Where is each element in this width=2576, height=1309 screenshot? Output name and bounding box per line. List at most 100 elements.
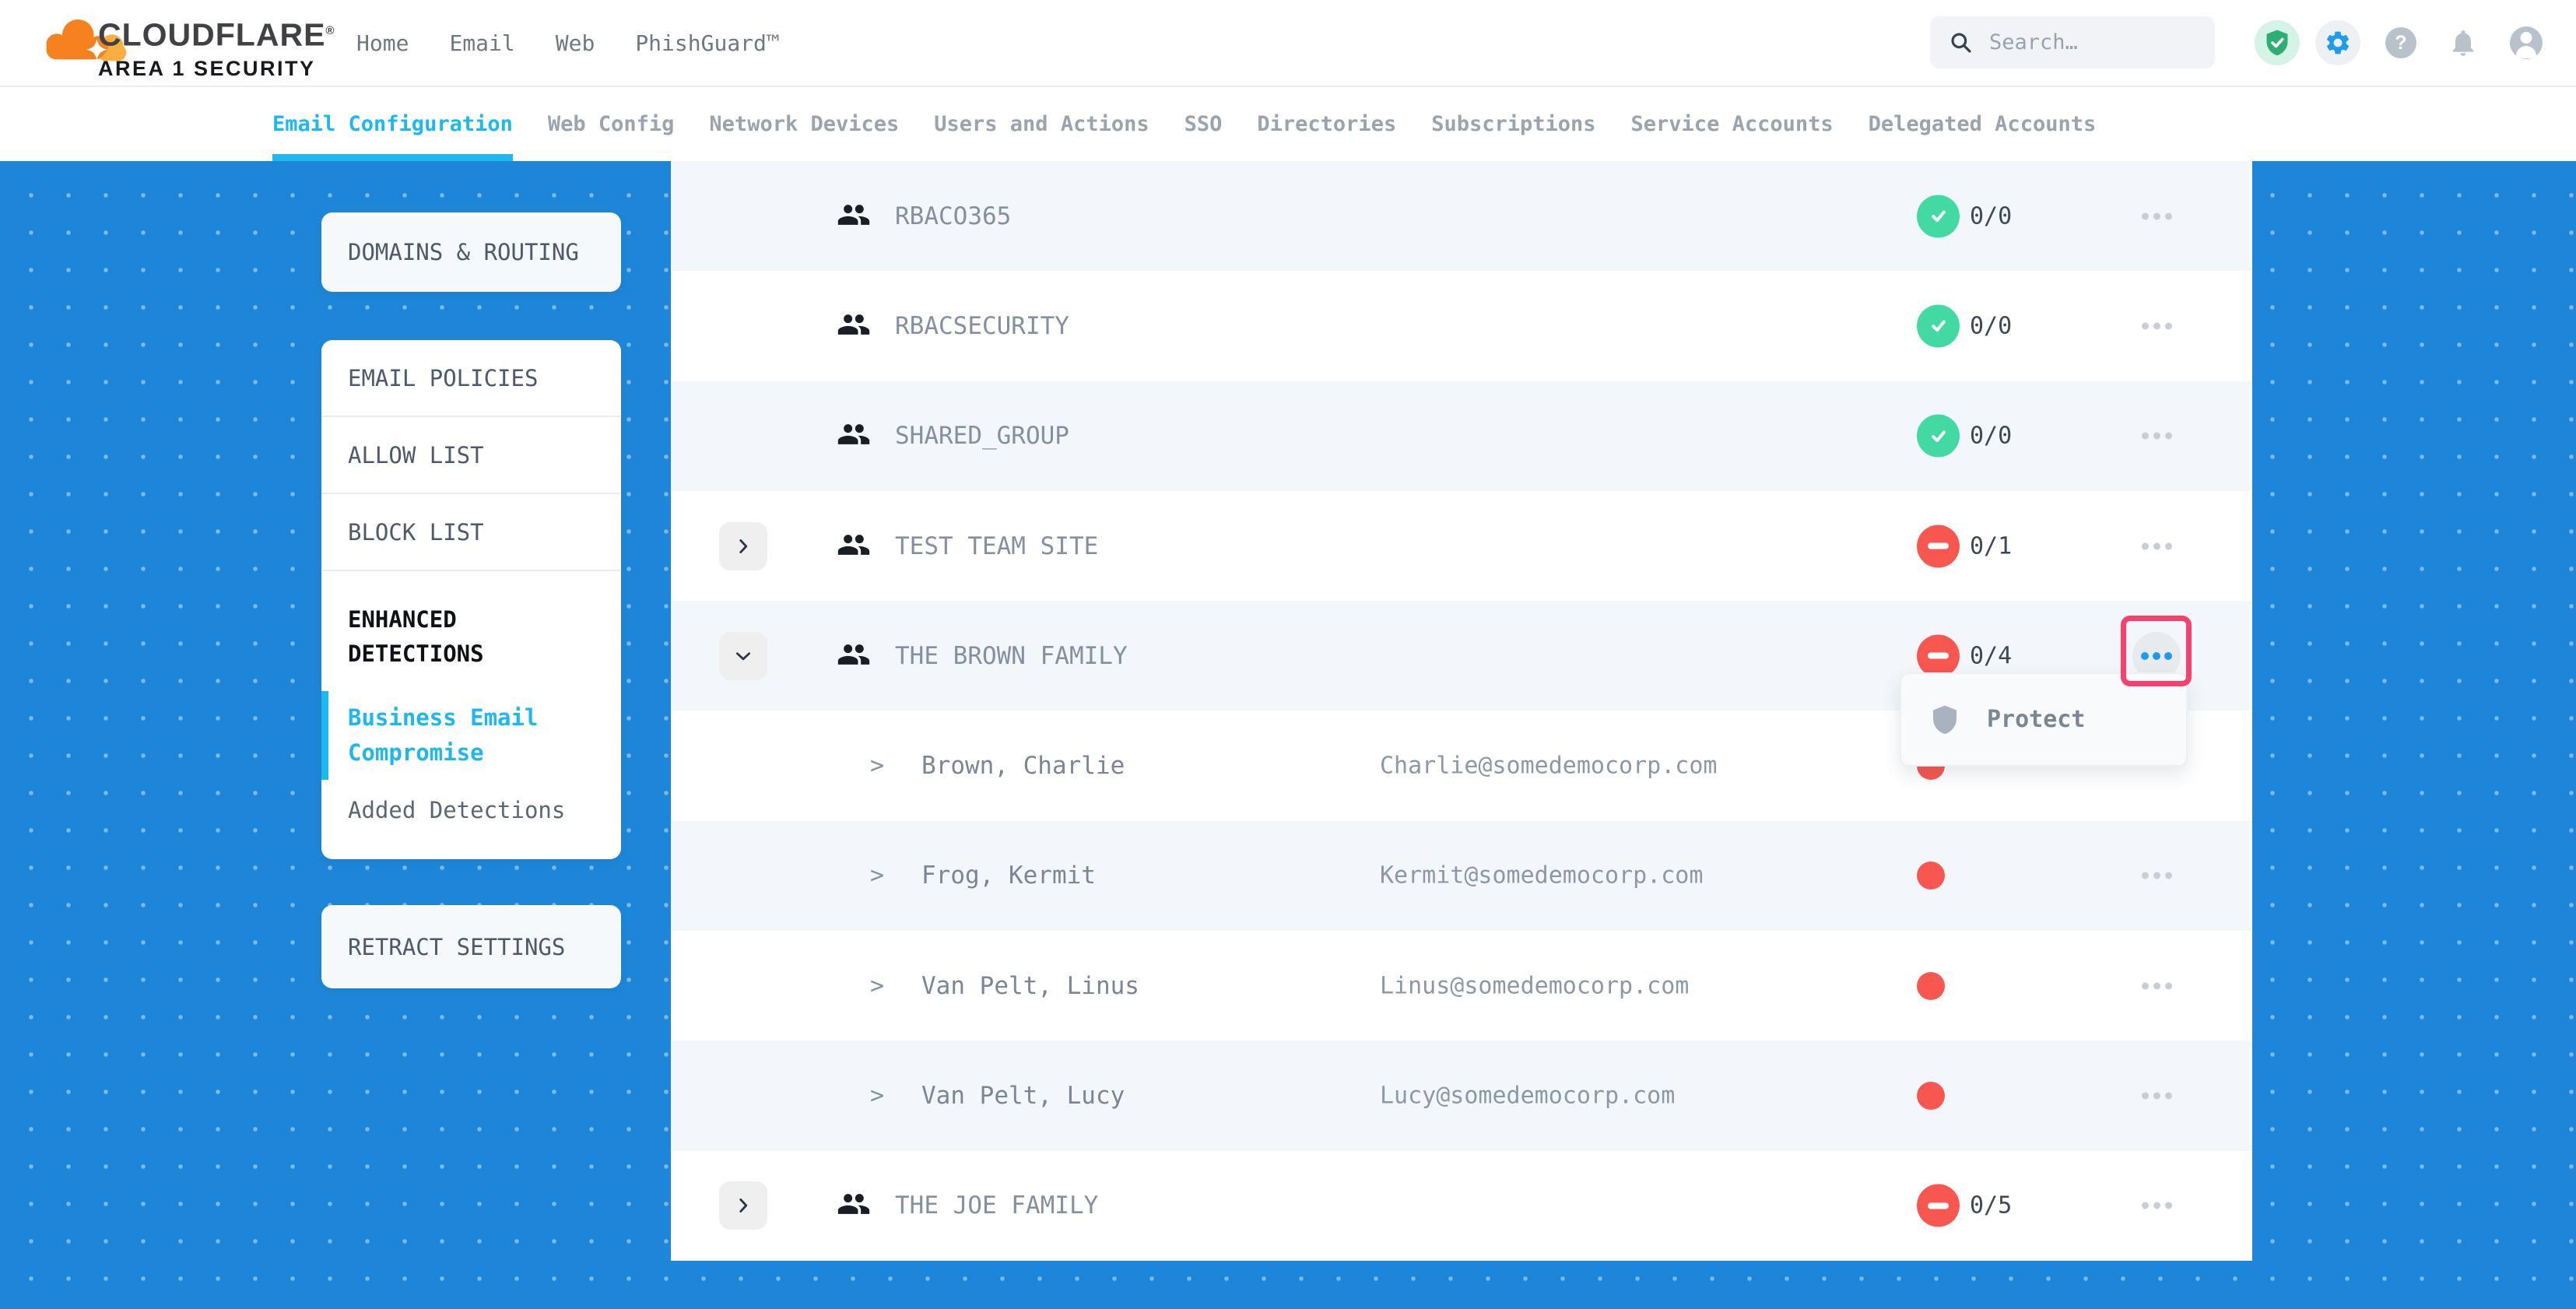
tab-web-config[interactable]: Web Config xyxy=(548,87,675,161)
member-row-frog-kermit[interactable]: > Frog, Kermit Kermit@somedemocorp.com xyxy=(671,821,2252,931)
group-name: RBACO365 xyxy=(895,202,1011,230)
row-menu-button[interactable] xyxy=(2142,322,2172,329)
context-menu-item-protect[interactable]: Protect xyxy=(1987,706,2085,733)
row-menu-button[interactable] xyxy=(2142,872,2172,879)
group-icon xyxy=(837,417,871,454)
sidebar-item-email-policies[interactable]: EMAIL POLICIES xyxy=(321,340,621,417)
minus-bar xyxy=(1928,653,1949,659)
status-dot xyxy=(1917,972,1945,1000)
registered-mark: ® xyxy=(325,24,335,37)
group-name: RBACSECURITY xyxy=(895,312,1069,340)
group-name: SHARED_GROUP xyxy=(895,422,1069,450)
group-row-shared-group[interactable]: SHARED_GROUP 0/0 xyxy=(671,381,2252,491)
member-chevron-icon: > xyxy=(870,753,884,780)
protected-count: 0/5 xyxy=(1970,1192,2012,1220)
sidebar-policy-items: EMAIL POLICIESALLOW LISTBLOCK LIST xyxy=(321,340,621,571)
sidebar-label: DOMAINS & ROUTING xyxy=(321,239,579,265)
nav-item-phishguard[interactable]: PhishGuard™ xyxy=(635,30,779,56)
top-bar: CLOUDFLARE® AREA 1 SECURITY Home Email Web… xyxy=(0,0,2576,87)
group-icon xyxy=(837,307,871,345)
minus-bar xyxy=(1928,543,1949,549)
tab-network-devices[interactable]: Network Devices xyxy=(709,87,899,161)
notifications-icon[interactable] xyxy=(2446,26,2480,60)
tab-subscriptions[interactable]: Subscriptions xyxy=(1431,87,1595,161)
status-ok-icon xyxy=(1917,195,1960,237)
row-menu-button[interactable] xyxy=(2142,982,2172,989)
subnav-items: Email Configuration Web Config Network Dev… xyxy=(272,87,2096,161)
minus-bar xyxy=(1928,1202,1949,1209)
search-input[interactable] xyxy=(1988,30,2193,55)
account-icon[interactable] xyxy=(2510,26,2543,59)
sidebar-email-policies-card: EMAIL POLICIESALLOW LISTBLOCK LIST ENHAN… xyxy=(321,340,621,859)
member-email: Kermit@somedemocorp.com xyxy=(1380,862,1703,890)
status-ok-icon xyxy=(1917,415,1960,458)
sidebar-item-added-detections[interactable]: Added Detections xyxy=(348,797,598,823)
sidebar-item-block-list[interactable]: BLOCK LIST xyxy=(321,494,621,571)
page: CLOUDFLARE® AREA 1 SECURITY Home Email Web… xyxy=(0,0,2576,1309)
main-nav: Home Email Web PhishGuard™ xyxy=(356,0,780,86)
member-email: Charlie@somedemocorp.com xyxy=(1380,753,1717,780)
group-row-rbacsecurity[interactable]: RBACSECURITY0/0 xyxy=(671,271,2252,381)
logo-title: CLOUDFLARE® xyxy=(98,14,335,52)
group-row-test-team-site[interactable]: TEST TEAM SITE 0/1 xyxy=(671,491,2252,601)
sidebar-item-retract-settings[interactable]: RETRACT SETTINGS xyxy=(321,905,621,988)
tab-email-configuration[interactable]: Email Configuration xyxy=(272,87,513,161)
shield-check-icon[interactable] xyxy=(2255,20,2300,65)
protected-count: 0/1 xyxy=(1970,532,2012,560)
group-row-rbaco365[interactable]: RBACO3650/0 xyxy=(671,161,2252,271)
status-blocked-icon xyxy=(1917,525,1960,567)
help-icon[interactable]: ? xyxy=(2385,27,2416,58)
member-email: Linus@somedemocorp.com xyxy=(1380,972,1689,999)
member-row-van-pelt-lucy[interactable]: >Van Pelt, LucyLucy@somedemocorp.com xyxy=(671,1041,2252,1150)
group-name: THE JOE FAMILY xyxy=(895,1191,1098,1220)
member-name: Brown, Charlie xyxy=(921,752,1125,780)
expand-button[interactable] xyxy=(719,522,767,570)
status-dot xyxy=(1917,1082,1945,1110)
tab-delegated-accounts[interactable]: Delegated Accounts xyxy=(1869,87,2097,161)
group-name: TEST TEAM SITE xyxy=(895,532,1098,560)
content-canvas: DOMAINS & ROUTING EMAIL POLICIESALLOW LI… xyxy=(0,161,2576,1309)
sidebar-item-domains-routing[interactable]: DOMAINS & ROUTING xyxy=(321,212,621,292)
tab-directories[interactable]: Directories xyxy=(1257,87,1396,161)
member-row-van-pelt-linus[interactable]: >Van Pelt, LinusLinus@somedemocorp.com xyxy=(671,931,2252,1041)
group-icon xyxy=(837,1187,871,1224)
member-name: Frog, Kermit xyxy=(921,862,1096,890)
sidebar-label: RETRACT SETTINGS xyxy=(321,934,565,960)
logo-text: CLOUDFLARE® AREA 1 SECURITY xyxy=(98,14,335,80)
row-menu-button[interactable] xyxy=(2142,542,2172,549)
row-menu-button[interactable] xyxy=(2142,433,2172,440)
search-box[interactable] xyxy=(1930,16,2215,68)
status-blocked-icon xyxy=(1917,1184,1960,1227)
sidebar-section-enhanced-detections[interactable]: ENHANCED DETECTIONS Business Email Compr… xyxy=(321,571,621,823)
logo-subtitle: AREA 1 SECURITY xyxy=(98,57,335,80)
group-row-the-joe-family[interactable]: THE JOE FAMILY 0/5 xyxy=(671,1151,2252,1261)
sub-nav: Email Configuration Web Config Network Dev… xyxy=(0,87,2576,161)
group-name: THE BROWN FAMILY xyxy=(895,642,1128,670)
row-menu-button[interactable] xyxy=(2142,1202,2172,1209)
sidebar-item-business-email-compromise[interactable]: Business Email Compromise xyxy=(321,694,598,777)
group-icon xyxy=(837,637,871,675)
sidebar-item-allow-list[interactable]: ALLOW LIST xyxy=(321,417,621,494)
protected-count: 0/4 xyxy=(1970,642,2012,669)
member-chevron-icon: > xyxy=(870,1083,884,1110)
row-menu-button[interactable] xyxy=(2142,1093,2172,1100)
group-icon xyxy=(837,528,871,565)
nav-item-home[interactable]: Home xyxy=(356,30,409,56)
row-menu-button[interactable] xyxy=(2142,212,2172,219)
bec-label: Business Email Compromise xyxy=(348,700,566,770)
collapse-button[interactable] xyxy=(719,632,767,680)
member-chevron-icon: > xyxy=(870,862,884,890)
context-menu: Protect xyxy=(1900,672,2188,767)
status-dot xyxy=(1917,862,1945,890)
settings-icon[interactable] xyxy=(2315,20,2360,65)
tab-users-and-actions[interactable]: Users and Actions xyxy=(934,87,1149,161)
tab-service-accounts[interactable]: Service Accounts xyxy=(1631,87,1834,161)
protected-count: 0/0 xyxy=(1970,423,2012,450)
nav-item-email[interactable]: Email xyxy=(449,30,514,56)
nav-item-web[interactable]: Web xyxy=(556,30,595,56)
avatar-head xyxy=(2521,32,2532,44)
member-name: Van Pelt, Linus xyxy=(921,972,1139,1000)
expand-button[interactable] xyxy=(719,1181,767,1230)
tab-sso[interactable]: SSO xyxy=(1184,87,1223,161)
member-email: Lucy@somedemocorp.com xyxy=(1380,1083,1675,1110)
